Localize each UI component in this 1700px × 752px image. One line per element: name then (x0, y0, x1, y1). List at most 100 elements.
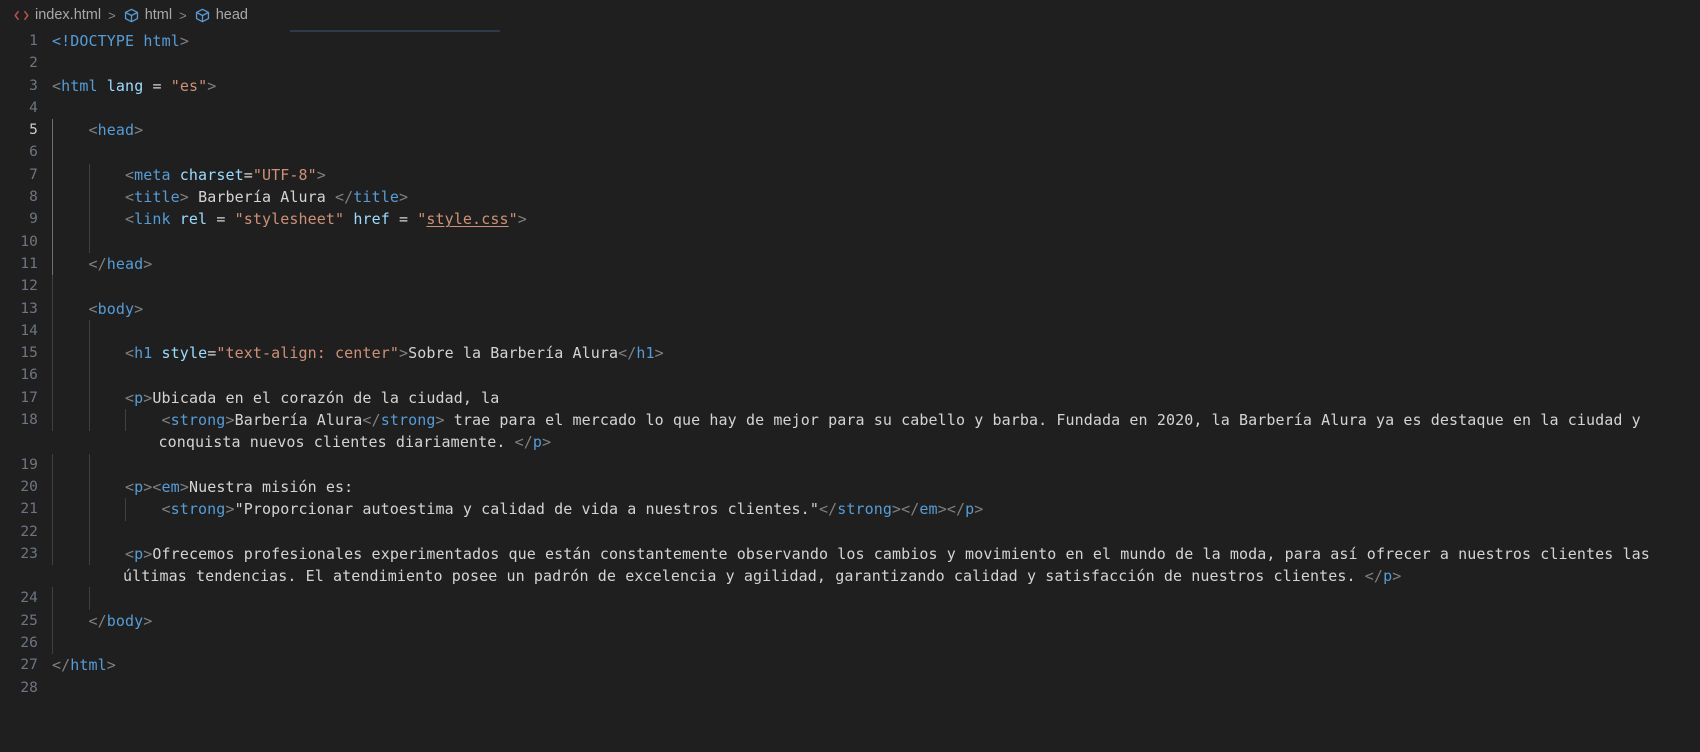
code-line[interactable]: 4​ (0, 97, 1700, 119)
code-line-content[interactable]: ​ (52, 275, 1700, 298)
code-line[interactable]: 20 <p><em>Nuestra misión es: (0, 475, 1700, 499)
code-line[interactable]: 22 ​ (0, 520, 1700, 543)
line-number: 15 (20, 345, 38, 362)
token-attr: rel (179, 210, 208, 229)
code-line-content[interactable]: <strong>Barbería Alura</strong> trae par… (52, 409, 1700, 454)
code-line-content[interactable]: <body> (52, 297, 1700, 320)
code-line-content[interactable]: <link rel = "stylesheet" href = "style.c… (52, 208, 1700, 231)
code-line-content[interactable]: <p><em>Nuestra misión es: (52, 475, 1700, 499)
breadcrumb-item-file[interactable]: index.html (12, 7, 102, 24)
indent-guide (52, 186, 89, 209)
code-line[interactable]: 26 ​ (0, 632, 1700, 655)
code-line[interactable]: 3 <html lang = "es"> (0, 75, 1700, 97)
token-attr: charset (179, 165, 244, 184)
code-line[interactable]: 7 <meta charset="UTF-8"> (0, 163, 1700, 187)
token-text: Barbería Alura (188, 188, 336, 207)
code-line[interactable]: 27 </html> (0, 654, 1700, 676)
code-line-content[interactable]: ​ (52, 520, 1700, 543)
code-line-content[interactable]: ​ (52, 587, 1700, 610)
code-line-content[interactable]: ​ (52, 677, 1700, 699)
line-number: 8 (29, 189, 38, 206)
code-line[interactable]: 23 <p>Ofrecemos profesionales experimenta… (0, 542, 1700, 588)
code-line[interactable]: 19 ​ (0, 453, 1700, 476)
line-number: 21 (20, 501, 38, 518)
breadcrumb: index.html > html > head (0, 0, 1700, 30)
code-line-content[interactable]: <h1 style="text-align: center">Sobre la … (52, 342, 1700, 365)
code-line[interactable]: 9 <link rel = "stylesheet" href = "style.… (0, 208, 1700, 231)
code-line[interactable]: 28 ​ (0, 677, 1700, 699)
code-line[interactable]: 11 </head> (0, 252, 1700, 276)
code-line[interactable]: 25 </body> (0, 609, 1700, 633)
code-line[interactable]: 8 <title> Barbería Alura </title> (0, 186, 1700, 209)
code-line[interactable]: 10 ​ (0, 230, 1700, 253)
token-attr: href (353, 210, 390, 229)
code-line-content[interactable]: <head> (52, 119, 1700, 142)
code-line-content[interactable]: <meta charset="UTF-8"> (52, 163, 1700, 187)
token-tag: p (134, 388, 144, 407)
code-line[interactable]: 21 <strong>"Proporcionar autoestima y cal… (0, 498, 1700, 521)
code-line-content[interactable]: </head> (52, 252, 1700, 276)
code-line-content[interactable]: <strong>"Proporcionar autoestima y calid… (52, 498, 1700, 521)
token-tag: h1 (134, 344, 162, 363)
code-line-content[interactable]: ​ (52, 230, 1700, 253)
token-punct: > (134, 121, 144, 140)
code-line[interactable]: 24 ​ (0, 587, 1700, 610)
breadcrumb-item-html[interactable]: html (122, 7, 173, 24)
token-punct: > (398, 344, 409, 363)
code-line-content[interactable]: </body> (52, 609, 1700, 633)
token-link[interactable]: style.css (426, 210, 508, 228)
code-line-content[interactable]: ​ (52, 632, 1700, 655)
indent-guide (88, 520, 126, 543)
token-punct: < (125, 388, 135, 407)
indent-guide (88, 409, 126, 432)
code-line[interactable]: 6​ (0, 141, 1700, 164)
code-line[interactable]: 5 <head> (0, 119, 1700, 142)
code-line[interactable]: 18 <strong>Barbería Alura</strong> trae p… (0, 409, 1700, 454)
code-line-content[interactable]: ​ (52, 453, 1700, 476)
symbol-field-icon (123, 7, 140, 24)
code-line[interactable]: 14 ​ (0, 319, 1700, 343)
token-punct: < (161, 411, 171, 430)
code-line-content[interactable]: <title> Barbería Alura </title> (52, 186, 1700, 209)
code-line[interactable]: 2​ (0, 52, 1700, 74)
code-line[interactable]: 17 <p>Ubicada en el corazón de la ciudad,… (0, 386, 1700, 410)
code-line-content[interactable]: <html lang = "es"> (52, 75, 1700, 97)
line-number: 28 (20, 679, 38, 696)
breadcrumb-item-head[interactable]: head (193, 7, 249, 24)
token-punct: > (179, 32, 189, 50)
code-line-content[interactable]: <!DOCTYPE html> (52, 30, 1700, 52)
code-line-content[interactable]: <p>Ofrecemos profesionales experimentado… (52, 542, 1700, 588)
token-punct: < (125, 210, 135, 229)
code-lines-container[interactable]: 1<!DOCTYPE html>2​3<html lang = "es">4​5… (0, 30, 1700, 699)
code-line-content[interactable]: <p>Ubicada en el corazón de la ciudad, l… (52, 386, 1700, 410)
token-tag: html (70, 656, 107, 675)
token-tag: strong (170, 500, 226, 519)
code-line-content[interactable]: ​ (52, 141, 1700, 164)
code-line[interactable]: 16 ​ (0, 364, 1700, 387)
code-line[interactable]: 15 <h1 style="text-align: center">Sobre l… (0, 342, 1700, 365)
code-line-content[interactable]: ​ (52, 52, 1700, 74)
code-line-content[interactable]: ​ (52, 319, 1700, 343)
indent-guide (88, 475, 126, 499)
code-editor[interactable]: 1<!DOCTYPE html>2​3<html lang = "es">4​5… (0, 30, 1700, 752)
indent-guide (52, 119, 89, 142)
code-line-content[interactable]: ​ (52, 364, 1700, 387)
token-tag: title (134, 188, 180, 207)
line-number: 23 (20, 545, 38, 562)
token-punct: > (654, 344, 664, 363)
token-punct: < (88, 299, 98, 318)
line-number: 14 (20, 322, 38, 339)
code-line[interactable]: 13 <body> (0, 297, 1700, 320)
code-line[interactable]: 1 <!DOCTYPE html> (0, 30, 1700, 52)
token-tag: h1 (636, 344, 655, 363)
token-punct: </ (362, 411, 381, 430)
token-attr: style (161, 344, 208, 363)
token-punct: > (143, 254, 153, 273)
indent-guide (52, 609, 89, 633)
indent-guide (52, 386, 89, 410)
indent-guide (125, 409, 162, 432)
token-eq: = (207, 344, 217, 363)
code-line[interactable]: 12 ​ (0, 275, 1700, 298)
code-line-content[interactable]: ​ (52, 97, 1700, 119)
code-line-content[interactable]: </html> (52, 654, 1700, 676)
